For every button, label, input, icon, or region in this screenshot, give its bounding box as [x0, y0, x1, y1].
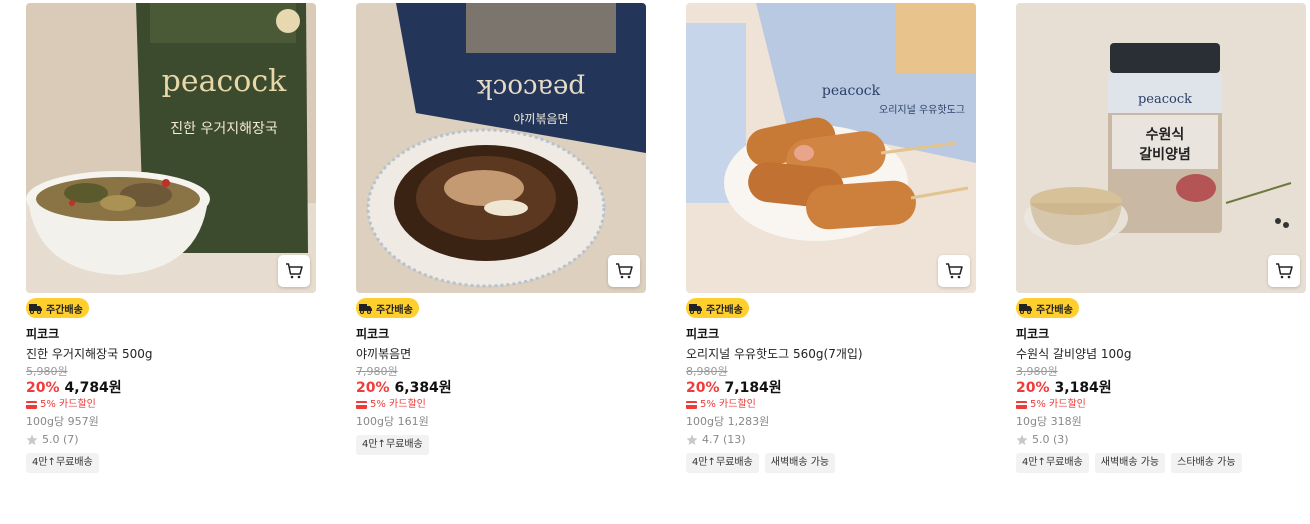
- add-to-cart-button[interactable]: [938, 255, 970, 287]
- discount-rate: 20%: [686, 380, 720, 396]
- discount-rate: 20%: [26, 380, 60, 396]
- tag-free-shipping: 4만↑무료배송: [686, 453, 759, 473]
- delivery-truck-icon: [29, 301, 43, 315]
- product-brand: 피코크: [686, 327, 720, 341]
- rating-value: 4.7 (13): [702, 433, 746, 446]
- product-image[interactable]: peacock 수원식 갈비양념: [1016, 3, 1306, 293]
- star-icon: [1016, 434, 1028, 445]
- unit-price: 10g당 318원: [1016, 415, 1082, 428]
- product-card[interactable]: peacock 진한 우거지해장국 주간배송 피코크 진한 우거지해장국 500…: [26, 3, 316, 473]
- tag-star-delivery: 스타배송 가능: [1171, 453, 1242, 473]
- cart-icon: [286, 263, 303, 279]
- package-logo-text: peacock: [822, 83, 881, 99]
- delivery-truck-icon: [689, 301, 703, 315]
- credit-card-icon: [26, 401, 37, 409]
- product-name[interactable]: 수원식 갈비양념 100g: [1016, 346, 1306, 362]
- badge-label: 주간배송: [376, 304, 413, 316]
- add-to-cart-button[interactable]: [1268, 255, 1300, 287]
- tag-dawn-delivery: 새벽배송 가능: [1094, 453, 1166, 473]
- weekly-delivery-badge: 주간배송: [1016, 298, 1079, 318]
- product-image[interactable]: peacock 야끼볶음면: [356, 3, 646, 293]
- cart-icon: [616, 263, 633, 279]
- package-title-line1: 수원식: [1146, 127, 1185, 143]
- rating: 4.7 (13): [686, 431, 976, 449]
- delivery-tags: 4만↑무료배송: [356, 435, 646, 455]
- star-icon: [686, 434, 698, 445]
- credit-card-icon: [356, 401, 367, 409]
- sale-price: 4,784원: [64, 380, 122, 396]
- product-card[interactable]: peacock 오리지널 우유핫도그 주간배송 피코크 오리지널 우유핫도그 5…: [686, 3, 976, 473]
- package-title-text: 오리지널 우유핫도그: [879, 104, 965, 116]
- product-card[interactable]: peacock 수원식 갈비양념 주간배송 피코크 수원식 갈비양념 100g …: [1016, 3, 1306, 473]
- unit-price: 100g당 1,283원: [686, 415, 770, 428]
- product-brand: 피코크: [1016, 327, 1050, 341]
- card-discount: 5% 카드할인: [686, 397, 976, 413]
- card-discount-label: 5% 카드할인: [1030, 399, 1086, 410]
- card-discount-label: 5% 카드할인: [700, 399, 756, 410]
- delivery-tags: 4만↑무료배송: [26, 453, 316, 473]
- original-price: 7,980원: [356, 365, 398, 378]
- package-logo-text: peacock: [477, 73, 585, 103]
- card-discount: 5% 카드할인: [1016, 397, 1306, 413]
- sale-price: 3,184원: [1054, 380, 1112, 396]
- add-to-cart-button[interactable]: [608, 255, 640, 287]
- rating: 5.0 (7): [26, 431, 316, 449]
- cart-icon: [1276, 263, 1293, 279]
- product-image[interactable]: peacock 오리지널 우유핫도그: [686, 3, 976, 293]
- product-brand: 피코크: [26, 327, 60, 341]
- rating: 5.0 (3): [1016, 431, 1306, 449]
- product-name[interactable]: 오리지널 우유핫도그 560g(7개입): [686, 346, 976, 362]
- product-name[interactable]: 진한 우거지해장국 500g: [26, 346, 316, 362]
- badge-label: 주간배송: [46, 304, 83, 316]
- original-price: 8,980원: [686, 365, 728, 378]
- weekly-delivery-badge: 주간배송: [26, 298, 89, 318]
- product-grid: peacock 진한 우거지해장국 주간배송 피코크 진한 우거지해장국 500…: [0, 0, 1310, 524]
- tag-free-shipping: 4만↑무료배송: [356, 435, 429, 455]
- sale-price: 7,184원: [724, 380, 782, 396]
- delivery-truck-icon: [1019, 301, 1033, 315]
- package-title-text: 진한 우거지해장국: [170, 121, 278, 137]
- package-logo-text: peacock: [162, 64, 288, 99]
- badge-label: 주간배송: [706, 304, 743, 316]
- card-discount: 5% 카드할인: [356, 397, 646, 413]
- package-title-line2: 갈비양념: [1139, 147, 1191, 163]
- package-title-text: 야끼볶음면: [513, 112, 568, 126]
- unit-price: 100g당 161원: [356, 415, 429, 428]
- card-discount-label: 5% 카드할인: [40, 399, 96, 410]
- sale-price: 6,384원: [394, 380, 452, 396]
- discount-rate: 20%: [356, 380, 390, 396]
- unit-price: 100g당 957원: [26, 415, 99, 428]
- product-image[interactable]: peacock 진한 우거지해장국: [26, 3, 316, 293]
- delivery-tags: 4만↑무료배송 새벽배송 가능: [686, 453, 976, 473]
- credit-card-icon: [1016, 401, 1027, 409]
- card-discount: 5% 카드할인: [26, 397, 316, 413]
- discount-rate: 20%: [1016, 380, 1050, 396]
- tag-dawn-delivery: 새벽배송 가능: [764, 453, 836, 473]
- weekly-delivery-badge: 주간배송: [356, 298, 419, 318]
- product-brand: 피코크: [356, 327, 390, 341]
- delivery-tags: 4만↑무료배송 새벽배송 가능 스타배송 가능: [1016, 453, 1306, 473]
- card-discount-label: 5% 카드할인: [370, 399, 426, 410]
- product-name[interactable]: 야끼볶음면: [356, 346, 646, 362]
- badge-label: 주간배송: [1036, 304, 1073, 316]
- credit-card-icon: [686, 401, 697, 409]
- original-price: 3,980원: [1016, 365, 1058, 378]
- delivery-truck-icon: [359, 301, 373, 315]
- package-logo-text: peacock: [1138, 92, 1192, 107]
- cart-icon: [946, 263, 963, 279]
- star-icon: [26, 434, 38, 445]
- original-price: 5,980원: [26, 365, 68, 378]
- rating-value: 5.0 (7): [42, 433, 79, 446]
- product-card[interactable]: peacock 야끼볶음면 주간배송 피코크 야끼볶음면 7,980원 20% …: [356, 3, 646, 455]
- rating-value: 5.0 (3): [1032, 433, 1069, 446]
- weekly-delivery-badge: 주간배송: [686, 298, 749, 318]
- add-to-cart-button[interactable]: [278, 255, 310, 287]
- tag-free-shipping: 4만↑무료배송: [26, 453, 99, 473]
- tag-free-shipping: 4만↑무료배송: [1016, 453, 1089, 473]
